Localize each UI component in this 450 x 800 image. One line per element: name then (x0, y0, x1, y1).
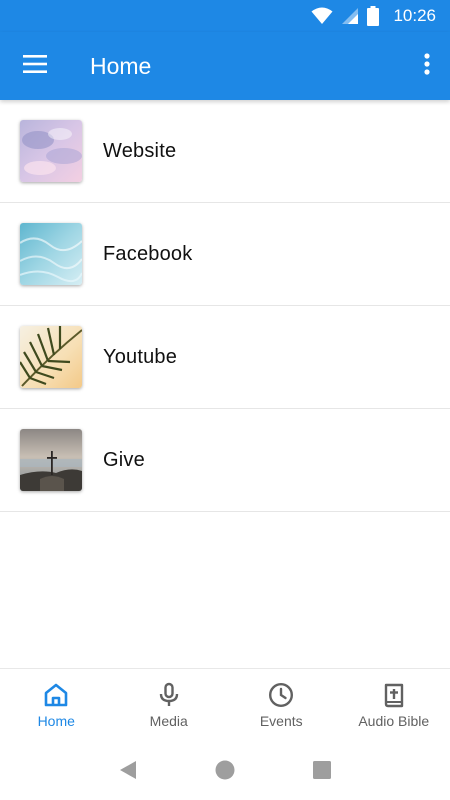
more-vert-icon (424, 52, 430, 80)
status-time: 10:26 (393, 6, 436, 25)
list-item-label: Website (103, 139, 177, 162)
list-item-label: Facebook (103, 242, 193, 265)
nav-label: Media (149, 713, 188, 729)
nav-item-home[interactable]: Home (0, 669, 113, 740)
nav-label: Home (37, 713, 75, 729)
list-item-website[interactable]: Website (0, 100, 450, 203)
facebook-thumbnail (20, 223, 82, 285)
home-icon (43, 682, 69, 708)
back-icon[interactable] (117, 759, 139, 781)
link-list: Website Facebook Youtube Give (0, 100, 450, 512)
list-item-youtube[interactable]: Youtube (0, 306, 450, 409)
list-item-label: Give (103, 448, 145, 471)
list-item-facebook[interactable]: Facebook (0, 203, 450, 306)
nav-item-media[interactable]: Media (113, 669, 226, 740)
home-circle-icon[interactable] (214, 759, 236, 781)
bible-icon (381, 682, 407, 708)
nav-item-events[interactable]: Events (225, 669, 338, 740)
menu-button[interactable] (0, 32, 70, 100)
recents-square-icon[interactable] (311, 759, 333, 781)
page-title: Home (90, 52, 152, 79)
nav-label: Audio Bible (358, 713, 430, 729)
website-thumbnail (20, 120, 82, 182)
system-navigation-bar (0, 740, 450, 800)
list-item-label: Youtube (103, 345, 178, 368)
overflow-menu-button[interactable] (404, 32, 450, 100)
clock-icon (268, 682, 294, 708)
give-thumbnail (20, 429, 82, 491)
app-bar: Home (0, 32, 450, 100)
wifi-icon (311, 7, 333, 25)
status-bar: 10:26 (0, 0, 450, 32)
hamburger-menu-icon (23, 54, 47, 78)
nav-label: Events (259, 713, 303, 729)
list-item-give[interactable]: Give (0, 409, 450, 512)
microphone-icon (156, 682, 182, 708)
youtube-thumbnail (20, 326, 82, 388)
cell-signal-icon (341, 7, 359, 25)
nav-item-audio-bible[interactable]: Audio Bible (338, 669, 450, 740)
battery-icon (367, 6, 380, 26)
bottom-navigation: Home Media Events Audio Bible (0, 668, 450, 740)
